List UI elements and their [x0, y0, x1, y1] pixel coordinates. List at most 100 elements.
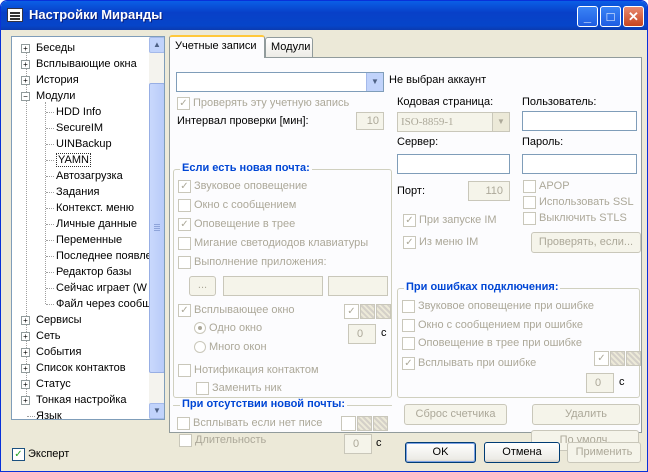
password-input[interactable] [522, 154, 637, 174]
tree-item[interactable]: Файл через сообщ [46, 296, 151, 312]
tree-item[interactable]: Задания [46, 184, 99, 200]
tree-item[interactable]: + Статус [21, 376, 71, 392]
sound-checkbox[interactable]: ✓ Звуковое оповещение [178, 179, 307, 195]
delete-button[interactable]: Удалить [532, 404, 640, 425]
none-text-color-button[interactable] [373, 416, 388, 431]
scroll-up-button[interactable]: ▲ [149, 37, 164, 53]
tree-item[interactable]: SecureIM [46, 120, 103, 136]
cancel-button[interactable]: Отмена [484, 442, 560, 463]
expand-icon[interactable]: + [21, 315, 30, 325]
title-bar[interactable]: Настройки Миранды _ □ ✕ [1, 1, 647, 30]
tree-item[interactable]: Язык [27, 408, 62, 419]
tree-item[interactable]: + Тонкая настройка [21, 392, 127, 408]
tab-modules[interactable]: Модули [265, 37, 313, 58]
expand-icon[interactable]: + [21, 347, 30, 357]
tree-item[interactable]: Контекст. меню [46, 200, 134, 216]
tree-item[interactable]: − Модули [21, 88, 75, 104]
expand-icon[interactable]: + [21, 379, 30, 389]
expand-icon[interactable]: + [21, 395, 30, 405]
tree-item[interactable]: Автозагрузка [46, 168, 123, 184]
tray-checkbox[interactable]: ✓ Оповещение в трее [178, 217, 295, 233]
tree-item[interactable]: + Список контактов [21, 360, 126, 376]
replace-nick-checkbox[interactable]: Заменить ник [196, 381, 282, 397]
popup-if-none-checkbox[interactable]: Всплывать если нет писе [177, 416, 322, 432]
popup-color-check[interactable]: ✓ [344, 304, 359, 319]
run-app-checkbox[interactable]: Выполнение приложения: [178, 255, 327, 271]
on-startup-checkbox[interactable]: ✓ При запуске IM [403, 213, 497, 229]
duration-input[interactable]: 0 [344, 434, 372, 454]
tree-item[interactable]: HDD Info [46, 104, 101, 120]
error-sound-checkbox[interactable]: Звуковое оповещение при ошибке [402, 299, 594, 315]
tree-item[interactable]: Переменные [46, 232, 122, 248]
tree-scrollbar[interactable]: ▲ ▼ [149, 37, 164, 419]
account-combo-dropdown[interactable]: ▼ [366, 73, 383, 91]
maximize-button[interactable]: □ [600, 6, 621, 27]
account-combo[interactable]: ▼ [176, 72, 384, 92]
app-path-input[interactable] [223, 276, 323, 296]
popup-text-color-button[interactable] [376, 304, 391, 319]
close-button[interactable]: ✕ [623, 6, 644, 27]
collapse-icon[interactable]: − [21, 91, 30, 101]
expand-icon[interactable]: + [21, 43, 30, 53]
one-window-radio[interactable]: Одно окно [194, 321, 262, 337]
stls-checkbox[interactable]: Выключить STLS [523, 211, 627, 227]
error-text-color-button[interactable] [626, 351, 641, 366]
tab-accounts[interactable]: Учетные записи [169, 35, 265, 58]
contact-notify-checkbox[interactable]: Нотификация контактом [178, 363, 319, 379]
tree-item[interactable]: + История [21, 72, 79, 88]
checkmark-icon: ✓ [177, 96, 190, 110]
none-popup-color-check[interactable] [341, 416, 356, 431]
ok-button[interactable]: OK [405, 442, 476, 463]
tree-item[interactable]: + Беседы [21, 40, 75, 56]
none-bg-color-button[interactable] [357, 416, 372, 431]
popup-seconds-input[interactable]: 0 [348, 324, 376, 344]
expand-icon[interactable]: + [21, 75, 30, 85]
new-mail-group: Если есть новая почта: ✓ Звуковое оповеще… [173, 162, 392, 398]
tree-item[interactable]: Сейчас играет (W [46, 280, 147, 296]
browse-button[interactable]: ... [189, 276, 216, 296]
codepage-combo[interactable]: ISO-8859-1 ▼ [397, 112, 510, 132]
check-account-checkbox[interactable]: ✓ Проверять эту учетную запись [177, 96, 349, 112]
options-tree[interactable]: + Беседы + Всплывающие окна + История − Модули H… [11, 36, 165, 420]
error-popup-checkbox[interactable]: ✓ Всплывать при ошибке [402, 356, 536, 372]
tree-item[interactable]: Последнее появле [46, 248, 152, 264]
many-windows-radio[interactable]: Много окон [194, 340, 267, 356]
expand-icon[interactable]: + [21, 59, 30, 69]
expert-checkbox[interactable]: ✓ Эксперт [12, 447, 69, 463]
error-message-checkbox[interactable]: Окно с сообщением при ошибке [402, 318, 583, 334]
error-tray-checkbox[interactable]: Оповещение в трее при ошибке [402, 336, 582, 352]
server-input[interactable] [397, 154, 510, 174]
tree-item[interactable]: YAMN [46, 152, 91, 168]
error-seconds-input[interactable]: 0 [586, 373, 614, 393]
tree-item[interactable]: + Всплывающие окна [21, 56, 137, 72]
error-bg-color-button[interactable] [610, 351, 625, 366]
duration-checkbox[interactable]: Длительность [179, 433, 266, 449]
tree-item[interactable]: + Сеть [21, 328, 60, 344]
apop-checkbox[interactable]: APOP [523, 179, 570, 195]
ssl-checkbox[interactable]: Использовать SSL [523, 195, 634, 211]
app-params-input[interactable] [328, 276, 388, 296]
message-window-checkbox[interactable]: Окно с сообщением [178, 198, 296, 214]
scroll-down-button[interactable]: ▼ [149, 403, 164, 419]
tree-item[interactable]: Редактор базы [46, 264, 131, 280]
codepage-dropdown[interactable]: ▼ [492, 113, 509, 131]
from-menu-checkbox[interactable]: ✓ Из меню IM [403, 235, 478, 251]
tree-item[interactable]: UINBackup [46, 136, 112, 152]
error-popup-color-check[interactable]: ✓ [594, 351, 609, 366]
apply-button[interactable]: Применить [567, 442, 641, 463]
interval-input[interactable]: 10 [356, 112, 384, 130]
tree-item[interactable]: + События [21, 344, 81, 360]
popup-bg-color-button[interactable] [360, 304, 375, 319]
popup-checkbox[interactable]: ✓ Всплывающее окно [178, 303, 295, 319]
expand-icon[interactable]: + [21, 363, 30, 373]
user-input[interactable] [522, 111, 637, 131]
expand-icon[interactable]: + [21, 331, 30, 341]
check-if-button[interactable]: Проверять, если... [531, 232, 641, 253]
port-input[interactable]: 110 [468, 181, 510, 201]
tree-item[interactable]: + Сервисы [21, 312, 82, 328]
kbd-leds-checkbox[interactable]: Мигание светодиодов клавиатуры [178, 236, 368, 252]
minimize-button[interactable]: _ [577, 6, 598, 27]
scroll-thumb[interactable] [149, 83, 164, 373]
reset-counter-button[interactable]: Сброс счетчика [404, 404, 507, 425]
tree-item[interactable]: Личные данные [46, 216, 137, 232]
